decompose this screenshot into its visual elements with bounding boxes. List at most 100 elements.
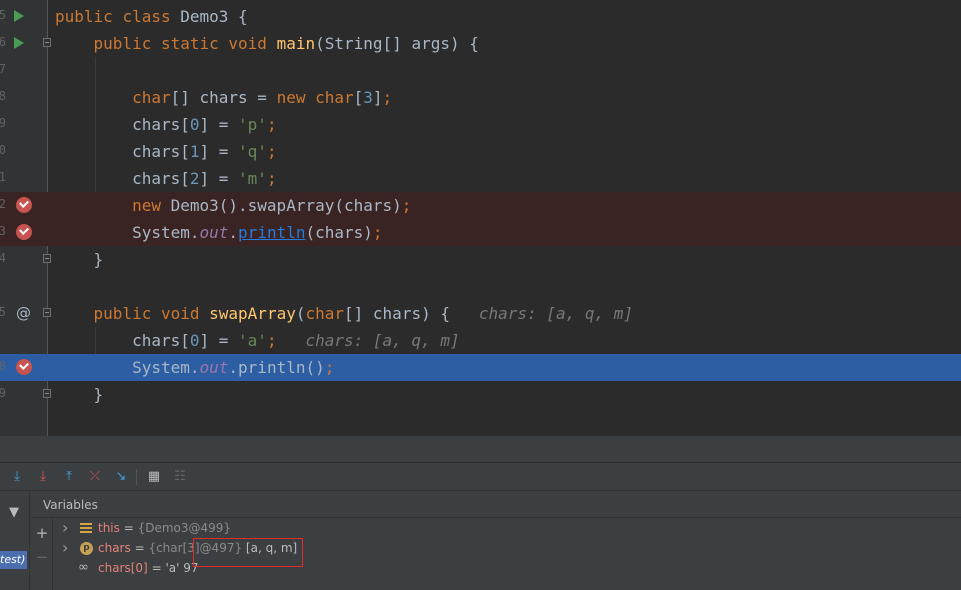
drop-frame-icon[interactable]: ⤫ [86,468,104,486]
code-token: (chars) [305,223,373,242]
code-token[interactable]: println [238,223,305,242]
fold-icon[interactable] [43,308,51,317]
code-token: public [55,7,123,26]
code-line[interactable]: 9 chars[0] = 'p'; [0,111,961,138]
trace-icon[interactable]: ☷ [171,468,189,486]
code-text: } [55,385,104,404]
variables-title: Variables [43,498,98,512]
code-line[interactable]: 5 public class Demo3 { [0,3,961,30]
code-text: chars[0] = 'a'; chars: [a, q, m] [55,331,460,350]
line-number: 9 [0,116,6,130]
expand-caret-icon[interactable]: › [62,538,68,558]
code-token: [] chars) { [344,304,479,323]
code-line[interactable] [0,273,961,300]
variables-header: Variables [31,492,961,518]
variables-side-toolbar: + − [31,518,53,590]
line-number: 8 [0,89,6,103]
code-text: new Demo3().swapArray(chars); [55,196,411,215]
selected-frame[interactable]: test) [0,551,27,569]
variable-name: chars [98,541,131,555]
code-text: public class Demo3 { [55,7,248,26]
evaluate-expression-icon[interactable]: ▦ [145,468,163,486]
code-token: . [228,223,239,242]
breakpoint-icon[interactable] [16,359,32,375]
code-token: chars[ [55,142,190,161]
code-token: chars[ [55,169,190,188]
remove-watch-icon[interactable]: − [35,550,49,565]
code-token: new [55,196,171,215]
variable-row[interactable]: ∞ chars[0] = 'a' 97 [55,558,955,578]
breakpoint-icon[interactable] [16,224,32,240]
code-token: ] = [199,331,239,350]
code-line[interactable]: 6 public static void main(String[] args)… [0,30,961,57]
equals-sign: = [147,561,166,575]
run-gutter-icon[interactable] [14,37,24,49]
line-number: 7 [0,62,6,76]
debug-toolbar: ⤓ ⤓ ⤒ ⤫ ↘ ▦ ☷ [0,464,961,491]
add-watch-icon[interactable]: + [35,526,49,541]
code-text: } [55,250,104,269]
filter-icon[interactable]: ▼ [7,506,21,520]
method-marker-icon[interactable]: @ [16,304,31,322]
code-line[interactable]: 2 new Demo3().swapArray(chars); [0,192,961,219]
code-token: main [276,34,316,53]
code-token: chars[ [55,115,190,134]
code-token: ; [266,331,306,350]
code-line[interactable]: 3 System.out.println(chars); [0,219,961,246]
variable-row[interactable]: › p chars = {char[3]@497} [a, q, m] [55,538,955,558]
code-text: char[] chars = new char[3]; [55,88,392,107]
fold-icon[interactable] [43,254,51,263]
code-editor[interactable]: 5 public class Demo3 { 6 public static voi… [0,0,961,436]
inline-value-hint: chars: [a, q, m] [478,304,633,323]
code-token: Demo3().swapArray(chars) [170,196,402,215]
code-token: void [160,304,210,323]
code-text: public static void main(String[] args) { [55,34,479,53]
fold-icon[interactable] [43,38,51,47]
code-token: 'a' [238,331,267,350]
code-line[interactable]: 7 [0,57,961,84]
run-gutter-icon[interactable] [14,10,24,22]
code-line[interactable]: 1 chars[2] = 'm'; [0,165,961,192]
code-token: ; [401,196,412,215]
code-token: System. [55,223,200,242]
expand-caret-icon[interactable]: › [62,518,68,538]
current-execution-line[interactable]: 8 System.out.println(); [0,354,961,381]
annotation-highlight-box [193,538,303,567]
variable-name: chars[0] [98,561,148,575]
code-line[interactable] [0,408,961,435]
code-token: static [160,34,229,53]
code-text: chars[1] = 'q'; [55,142,277,161]
run-to-cursor-icon[interactable]: ↘ [112,468,130,486]
equals-sign: = [119,521,138,535]
code-token: 0 [189,115,200,134]
code-line[interactable]: 8 char[] chars = new char[3]; [0,84,961,111]
variable-type: {Demo3@499} [137,521,232,535]
code-line[interactable]: 4 } [0,246,961,273]
code-token: ; [266,142,277,161]
line-number: 5 [0,305,6,319]
line-number: 6 [0,35,6,49]
code-line[interactable]: chars[0] = 'a'; chars: [a, q, m] [0,327,961,354]
line-number: 5 [0,8,6,22]
inline-value-hint: chars: [a, q, m] [305,331,460,350]
parameter-icon: p [80,542,93,555]
code-token: 'q' [238,142,267,161]
code-token: } [55,385,104,404]
line-number: 1 [0,170,6,184]
breakpoint-icon[interactable] [16,197,32,213]
code-line[interactable]: 0 chars[1] = 'q'; [0,138,961,165]
code-line[interactable]: 9 } [0,381,961,408]
debug-tab-bar [0,436,961,463]
debug-panel: ⤓ ⤓ ⤒ ⤫ ↘ ▦ ☷ ▼ test) Variables + − › thi… [0,436,961,590]
code-line[interactable]: 5 @ public void swapArray(char[] chars) {… [0,300,961,327]
fold-icon[interactable] [43,389,51,398]
code-token: [] chars = [170,88,277,107]
code-token: 1 [189,142,200,161]
code-token: ; [372,223,383,242]
step-into-icon[interactable]: ⤓ [34,468,52,486]
step-out-icon[interactable]: ⤒ [60,468,78,486]
step-over-icon[interactable]: ⤓ [8,468,26,486]
variable-row[interactable]: › this = {Demo3@499} [55,518,955,538]
code-token: ] [372,88,383,107]
code-token: out [199,358,229,377]
